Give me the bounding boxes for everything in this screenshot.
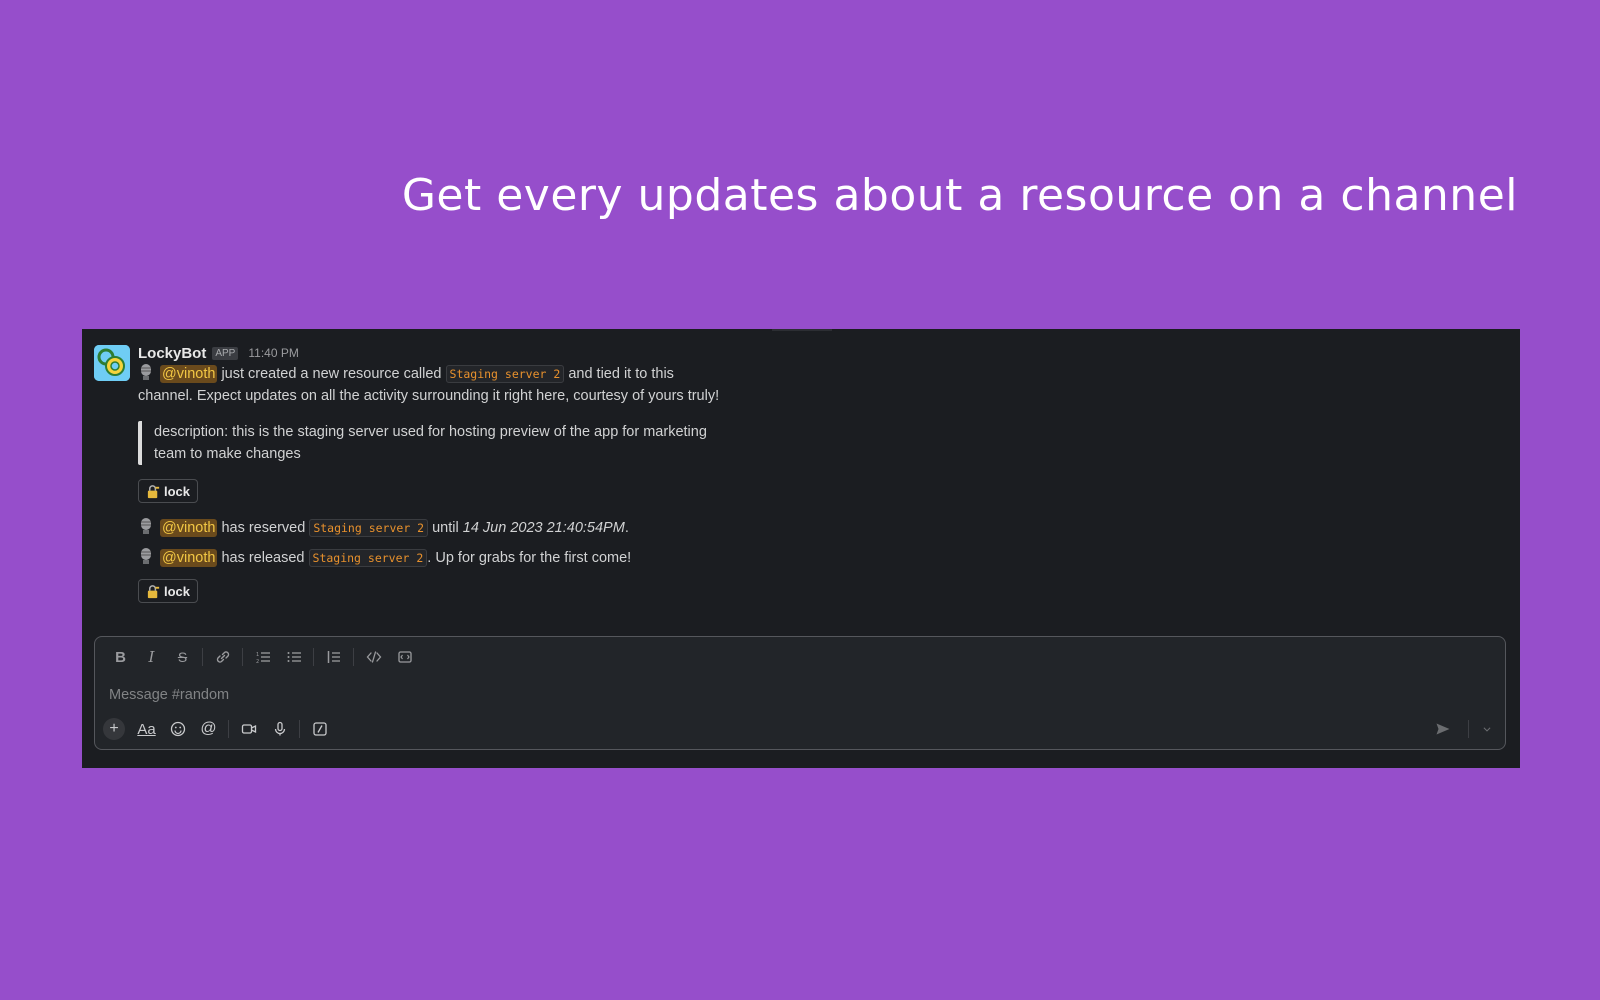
bot-avatar[interactable]	[94, 345, 130, 381]
link-icon[interactable]	[207, 647, 238, 667]
blockquote-icon[interactable]	[318, 647, 349, 667]
lock-icon	[147, 584, 160, 598]
chevron-down-icon[interactable]	[1479, 719, 1495, 739]
lock-button[interactable]: lock	[138, 579, 199, 603]
composer-action-bar: + Aa @	[103, 718, 335, 740]
message-input[interactable]	[107, 683, 1411, 707]
resource-code: Staging server 2	[445, 365, 565, 383]
user-mention[interactable]: @vinoth	[160, 549, 218, 567]
toolbar-divider	[228, 720, 229, 738]
created-text-end: and tied it to this	[564, 366, 674, 382]
resource-code: Staging server 2	[309, 519, 429, 537]
mention-icon[interactable]: @	[193, 719, 224, 739]
created-line-2: channel. Expect updates on all the activ…	[138, 388, 720, 404]
reserved-text-end: .	[624, 520, 629, 536]
slack-message-panel: LockyBot APP 11:40 PM @vinoth just creat…	[82, 329, 1520, 768]
toolbar-divider	[202, 648, 203, 666]
message-header: LockyBot APP 11:40 PM	[138, 343, 1478, 363]
toolbar-divider	[313, 648, 314, 666]
released-text: has released	[217, 550, 309, 566]
toolbar-divider	[1468, 720, 1469, 738]
formatting-toolbar: B I S 12	[105, 647, 420, 667]
code-icon[interactable]	[358, 647, 389, 667]
plus-icon[interactable]: +	[103, 718, 125, 740]
svg-text:1: 1	[256, 652, 259, 658]
strikethrough-icon[interactable]: S	[167, 647, 198, 667]
lockybot-logo-icon	[94, 345, 130, 381]
lock-button-label: lock	[164, 583, 191, 599]
toolbar-divider	[242, 648, 243, 666]
send-icon[interactable]	[1427, 719, 1458, 739]
lock-button-label: lock	[164, 483, 191, 499]
slash-command-icon[interactable]	[304, 719, 335, 739]
description-quote: description: this is the staging server …	[138, 421, 724, 465]
app-badge: APP	[212, 346, 239, 360]
panel-notch	[772, 329, 832, 331]
bold-icon[interactable]: B	[105, 647, 136, 667]
bulleted-list-icon[interactable]	[278, 647, 309, 667]
lock-icon	[147, 484, 160, 498]
reserved-text: has reserved	[217, 520, 310, 536]
created-text: just created a new resource called	[217, 366, 446, 382]
text-format-icon[interactable]: Aa	[131, 719, 162, 739]
bot-name[interactable]: LockyBot	[138, 345, 206, 362]
toolbar-divider	[353, 648, 354, 666]
send-area	[1427, 718, 1495, 740]
message-timestamp[interactable]: 11:40 PM	[248, 346, 298, 360]
microphone-emoji-icon	[141, 518, 151, 534]
headline: Get every updates about a resource on a …	[401, 170, 1518, 221]
resource-code: Staging server 2	[308, 549, 428, 567]
microphone-emoji-icon	[141, 548, 151, 564]
message-body: LockyBot APP 11:40 PM @vinoth just creat…	[138, 343, 1478, 603]
emoji-icon[interactable]	[162, 719, 193, 739]
created-line: @vinoth just created a new resource call…	[138, 363, 1478, 385]
released-line: @vinoth has released Staging server 2. U…	[138, 547, 1478, 569]
reserved-until-date: 14 Jun 2023 21:40:54PM	[462, 520, 625, 536]
reserved-line: @vinoth has reserved Staging server 2 un…	[138, 517, 1478, 539]
user-mention[interactable]: @vinoth	[160, 519, 218, 537]
released-text-end: . Up for grabs for the first come!	[427, 550, 632, 566]
reserved-until-text: until	[428, 520, 463, 536]
microphone-emoji-icon	[141, 364, 151, 380]
toolbar-divider	[299, 720, 300, 738]
lock-button[interactable]: lock	[138, 479, 199, 503]
message-composer: B I S 12 Message #random + Aa @	[94, 636, 1506, 750]
svg-text:2: 2	[256, 659, 259, 665]
ordered-list-icon[interactable]: 12	[247, 647, 278, 667]
italic-icon[interactable]: I	[136, 647, 167, 667]
code-block-icon[interactable]	[389, 647, 420, 667]
video-icon[interactable]	[233, 719, 264, 739]
microphone-icon[interactable]	[264, 719, 295, 739]
user-mention[interactable]: @vinoth	[160, 365, 218, 383]
